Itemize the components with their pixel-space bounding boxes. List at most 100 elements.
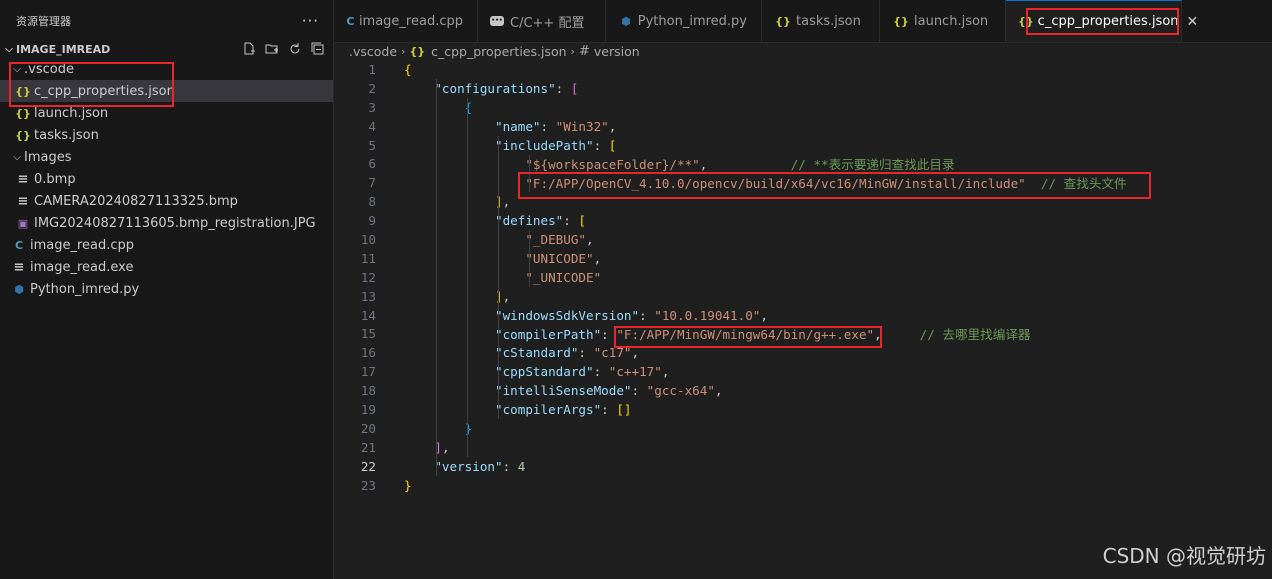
code-line[interactable]: 21 ],	[334, 438, 1272, 457]
line-number: 10	[360, 231, 376, 247]
line-number: 13	[360, 288, 376, 304]
code-line[interactable]: 20 }	[334, 419, 1272, 438]
line-number: 22	[360, 458, 376, 474]
line-number: 9	[368, 213, 376, 229]
code-text: "defines": [	[495, 213, 587, 229]
code-text: ],	[495, 194, 511, 210]
line-number: 19	[360, 401, 376, 417]
tab-c-cpp-properties-json[interactable]: {} c_cpp_properties.json ✕	[1006, 0, 1198, 42]
more-actions-icon[interactable]: ···	[302, 12, 319, 30]
code-line[interactable]: 13 ],	[334, 287, 1272, 306]
tree-folder[interactable]: ⌵ Images	[0, 146, 333, 168]
workspace-section-header[interactable]: ⌵ IMAGE_IMREAD	[0, 40, 333, 58]
line-number: 20	[360, 420, 376, 436]
tree-file[interactable]: ⬢ Python_imred.py	[0, 278, 333, 300]
indent-guide	[436, 78, 437, 476]
code-line[interactable]: 7 "F:/APP/OpenCV_4.10.0/opencv/build/x64…	[334, 173, 1272, 192]
tab-label: image_read.cpp	[358, 13, 463, 29]
explorer-header: 资源管理器 ···	[0, 0, 333, 42]
editor-tabs: Cimage_read.cpp ••• C/C++ 配置 ⬢ Python_imred.…	[334, 0, 1272, 43]
code-line[interactable]: 17 "cppStandard": "c++17",	[334, 362, 1272, 381]
tab-c-c-[interactable]: ••• C/C++ 配置	[478, 0, 606, 42]
code-line[interactable]: 9 "defines": [	[334, 211, 1272, 230]
tab-label: Python_imred.py	[637, 13, 747, 29]
tab-image-read-cpp[interactable]: Cimage_read.cpp	[334, 0, 478, 42]
new-file-icon[interactable]	[241, 42, 256, 57]
breadcrumb-folder[interactable]: .vscode	[349, 44, 397, 59]
tree-item-label: Python_imred.py	[30, 281, 140, 297]
code-text: ],	[495, 288, 511, 304]
code-line[interactable]: 4 "name": "Win32",	[334, 117, 1272, 136]
chevron-down-icon: ⌵	[13, 63, 21, 75]
code-line[interactable]: 3 {	[334, 98, 1272, 117]
tab-python-imred-py[interactable]: ⬢ Python_imred.py	[606, 0, 762, 42]
indent-guide	[529, 154, 530, 193]
code-line[interactable]: 18 "intelliSenseMode": "gcc-x64",	[334, 381, 1272, 400]
code-line[interactable]: 22 "version": 4	[334, 457, 1272, 476]
tree-item-label: Images	[24, 149, 72, 165]
code-line[interactable]: 19 "compilerArgs": []	[334, 400, 1272, 419]
code-line[interactable]: 6 "${workspaceFolder}/**", // **表示要递归查找此…	[334, 154, 1272, 173]
line-number: 7	[368, 175, 376, 191]
watermark: CSDN @视觉研坊	[1102, 544, 1266, 568]
tab-label: c_cpp_properties.json	[1037, 14, 1179, 29]
tree-file[interactable]: ≡ image_read.exe	[0, 256, 333, 278]
tree-item-label: image_read.cpp	[30, 237, 135, 253]
code-text: "cStandard": "c17",	[495, 345, 640, 361]
tree-file[interactable]: {} c_cpp_properties.json	[0, 80, 333, 102]
tree-file[interactable]: ▣ IMG20240827113605.bmp_registration.JPG	[0, 212, 333, 234]
code-line[interactable]: 16 "cStandard": "c17",	[334, 343, 1272, 362]
tab-label: launch.json	[914, 13, 989, 29]
tree-file[interactable]: ≡ 0.bmp	[0, 168, 333, 190]
tree-folder[interactable]: ⌵ .vscode	[0, 58, 333, 80]
line-number: 18	[360, 383, 376, 399]
new-folder-icon[interactable]	[264, 42, 279, 57]
code-text: "windowsSdkVersion": "10.0.19041.0",	[495, 307, 768, 323]
collapse-all-icon[interactable]	[310, 42, 325, 57]
refresh-icon[interactable]	[287, 42, 302, 57]
code-line[interactable]: 14 "windowsSdkVersion": "10.0.19041.0",	[334, 306, 1272, 325]
tree-file[interactable]: {} tasks.json	[0, 124, 333, 146]
code-line[interactable]: 1{	[334, 60, 1272, 79]
code-line[interactable]: 12 "_UNICODE"	[334, 268, 1272, 287]
code-line[interactable]: 5 "includePath": [	[334, 136, 1272, 155]
tab-launch-json[interactable]: {} launch.json	[880, 0, 1006, 42]
code-line[interactable]: 8 ],	[334, 192, 1272, 211]
tree-file[interactable]: Cimage_read.cpp	[0, 234, 333, 256]
cpp-file-icon: C	[14, 238, 24, 252]
python-file-icon: ⬢	[14, 282, 24, 296]
explorer-sidebar: 资源管理器 ··· ⌵ IMAGE_IMREAD ⌵ .vscode{} c_cpp…	[0, 0, 334, 579]
breadcrumb-file[interactable]: c_cpp_properties.json	[431, 44, 566, 59]
settings-editor-icon: •••	[490, 16, 504, 26]
code-line[interactable]: 11 "UNICODE",	[334, 249, 1272, 268]
line-number: 8	[368, 194, 376, 210]
code-line[interactable]: 23}	[334, 476, 1272, 495]
tree-file[interactable]: ≡ CAMERA20240827113325.bmp	[0, 190, 333, 212]
line-number: 6	[368, 156, 376, 172]
code-text: }	[404, 477, 412, 493]
code-line[interactable]: 15 "compilerPath": "F:/APP/MinGW/mingw64…	[334, 324, 1272, 343]
explorer-title: 资源管理器	[16, 15, 71, 28]
json-file-icon: {}	[775, 14, 791, 28]
json-file-icon: {}	[15, 84, 31, 98]
json-file-icon: {}	[15, 106, 31, 120]
line-number: 15	[360, 326, 376, 342]
indent-guide	[529, 230, 530, 287]
tab-label: tasks.json	[796, 13, 861, 29]
code-line[interactable]: 2 "configurations": [	[334, 79, 1272, 98]
line-number: 11	[360, 250, 376, 266]
code-line[interactable]: 10 "_DEBUG",	[334, 230, 1272, 249]
code-editor[interactable]: 1{2 "configurations": [3 {4 "name": "Win…	[334, 60, 1272, 579]
code-text: "cppStandard": "c++17",	[495, 364, 670, 380]
line-number: 3	[368, 99, 376, 115]
tab-tasks-json[interactable]: {} tasks.json	[762, 0, 880, 42]
json-file-icon: {}	[893, 14, 909, 28]
close-icon[interactable]: ✕	[1187, 14, 1199, 30]
breadcrumb-symbol[interactable]: version	[594, 44, 640, 59]
line-number: 4	[368, 118, 376, 134]
line-number: 1	[368, 61, 376, 77]
symbol-field-icon: #	[578, 43, 590, 59]
python-file-icon: ⬢	[621, 14, 631, 28]
json-file-icon: {}	[15, 128, 31, 142]
tree-file[interactable]: {} launch.json	[0, 102, 333, 124]
